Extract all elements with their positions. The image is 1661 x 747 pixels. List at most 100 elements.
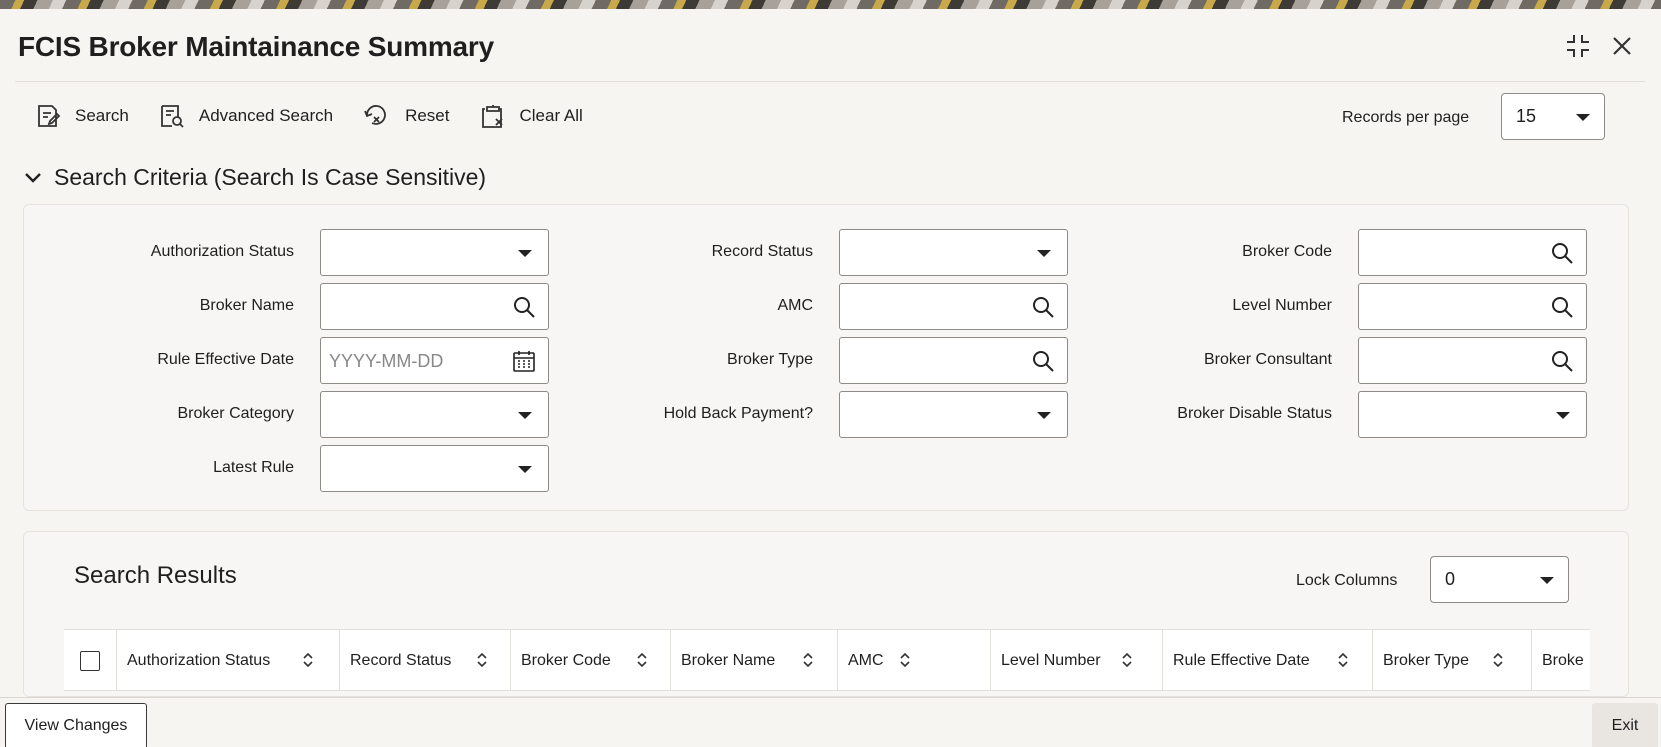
search-icon[interactable]	[1550, 349, 1574, 373]
clear-all-label: Clear All	[519, 106, 583, 125]
latest-rule-select[interactable]	[320, 445, 549, 492]
close-button[interactable]	[1607, 31, 1637, 61]
hold-back-payment-label: Hold Back Payment?	[663, 405, 813, 422]
level-number-label: Level Number	[1232, 297, 1332, 314]
search-results-title: Search Results	[74, 562, 237, 589]
exit-button[interactable]: Exit	[1592, 703, 1658, 747]
close-icon	[1613, 37, 1631, 55]
search-button[interactable]: Search	[35, 103, 129, 129]
records-per-page-value: 15	[1516, 106, 1537, 126]
authorization-status-select[interactable]	[320, 229, 549, 276]
chevron-down-icon	[25, 172, 41, 183]
broker-consultant-input[interactable]	[1358, 337, 1587, 384]
reset-button[interactable]: Reset	[363, 103, 450, 129]
broker-disable-status-label: Broker Disable Status	[1177, 405, 1332, 422]
column-header-record-status[interactable]: Record Status	[340, 630, 511, 690]
amc-input[interactable]	[839, 283, 1068, 330]
search-icon[interactable]	[1031, 349, 1055, 373]
title-divider	[15, 81, 1645, 82]
hold-back-payment-select[interactable]	[839, 391, 1068, 438]
lock-columns-value: 0	[1445, 569, 1456, 589]
chevron-down-icon	[1576, 113, 1590, 121]
broker-category-label: Broker Category	[177, 405, 295, 422]
sort-icon[interactable]	[636, 652, 648, 668]
chevron-down-icon	[518, 466, 532, 473]
broker-name-input[interactable]	[320, 283, 549, 330]
rule-effective-date-label: Rule Effective Date	[157, 351, 294, 368]
clear-all-icon	[481, 105, 503, 128]
chevron-down-icon	[1037, 250, 1051, 257]
search-icon[interactable]	[1550, 241, 1574, 265]
authorization-status-label: Authorization Status	[150, 243, 294, 260]
page-title: FCIS Broker Maintainance Summary	[18, 31, 494, 62]
broker-type-input[interactable]	[839, 337, 1068, 384]
column-header-broker-type[interactable]: Broker Type	[1373, 630, 1532, 690]
select-all-checkbox[interactable]	[80, 651, 100, 671]
search-button-label: Search	[75, 106, 129, 125]
record-status-label: Record Status	[711, 243, 813, 260]
broker-code-label: Broker Code	[1242, 243, 1332, 260]
column-header-label: Rule Effective Date	[1173, 652, 1310, 669]
rule-effective-date-input[interactable]: YYYY-MM-DD	[320, 337, 549, 384]
sort-icon[interactable]	[802, 652, 814, 668]
search-results-panel: Search Results Lock Columns 0 Authorizat…	[23, 531, 1629, 697]
search-icon[interactable]	[512, 295, 536, 319]
sort-icon[interactable]	[1492, 652, 1504, 668]
broker-code-input[interactable]	[1358, 229, 1587, 276]
search-icon[interactable]	[1031, 295, 1055, 319]
search-criteria-toggle[interactable]: Search Criteria (Search Is Case Sensitiv…	[22, 164, 486, 191]
column-header-label: Broke	[1542, 652, 1584, 669]
amc-label: AMC	[777, 297, 813, 314]
chevron-down-icon	[518, 250, 532, 257]
header-banner	[0, 0, 1661, 9]
advanced-search-label: Advanced Search	[198, 106, 334, 125]
column-header-label: Level Number	[1001, 652, 1101, 669]
view-changes-button[interactable]: View Changes	[5, 703, 147, 747]
sort-icon[interactable]	[302, 652, 314, 668]
column-header-label: Authorization Status	[127, 652, 271, 669]
latest-rule-label: Latest Rule	[213, 459, 294, 476]
column-header-label: AMC	[848, 652, 884, 669]
column-header-rule-effective-date[interactable]: Rule Effective Date	[1163, 630, 1373, 690]
chevron-down-icon	[1540, 576, 1554, 584]
column-header-level-number[interactable]: Level Number	[991, 630, 1163, 690]
broker-category-select[interactable]	[320, 391, 549, 438]
records-per-page-select[interactable]: 15	[1501, 93, 1605, 140]
broker-disable-status-select[interactable]	[1358, 391, 1587, 438]
column-header-broker-name[interactable]: Broker Name	[671, 630, 838, 690]
search-icon[interactable]	[1550, 295, 1574, 319]
advanced-search-icon	[160, 105, 184, 128]
column-header-label: Broker Name	[681, 652, 776, 669]
calendar-icon[interactable]	[512, 349, 536, 373]
clear-all-button[interactable]: Clear All	[480, 103, 583, 129]
column-header-label: Broker Type	[1383, 652, 1469, 669]
column-header-broker-truncated[interactable]: Broke	[1532, 630, 1590, 690]
reset-button-label: Reset	[405, 106, 450, 125]
footer-bar: View Changes Exit	[0, 697, 1661, 747]
sort-icon[interactable]	[476, 652, 488, 668]
column-header-broker-code[interactable]: Broker Code	[511, 630, 671, 690]
date-placeholder: YYYY-MM-DD	[329, 351, 444, 371]
column-header-label: Broker Code	[521, 652, 611, 669]
sort-icon[interactable]	[899, 652, 911, 668]
advanced-search-button[interactable]: Advanced Search	[159, 103, 333, 129]
lock-columns-select[interactable]: 0	[1430, 556, 1569, 603]
toolbar: Search Advanced Search Reset Clear All	[35, 96, 613, 136]
column-header-authorization-status[interactable]: Authorization Status	[117, 630, 340, 690]
level-number-input[interactable]	[1358, 283, 1587, 330]
maximize-button[interactable]	[1563, 31, 1593, 61]
broker-consultant-label: Broker Consultant	[1203, 351, 1332, 368]
sort-icon[interactable]	[1337, 652, 1349, 668]
column-header-amc[interactable]: AMC	[838, 630, 991, 690]
search-criteria-heading: Search Criteria (Search Is Case Sensitiv…	[54, 164, 487, 190]
results-table-header: Authorization Status Record Status Broke…	[64, 629, 1590, 691]
chevron-down-icon	[1556, 412, 1570, 419]
chevron-down-icon	[1037, 412, 1051, 419]
record-status-select[interactable]	[839, 229, 1068, 276]
sort-icon[interactable]	[1121, 652, 1133, 668]
summary-window: FCIS Broker Maintainance Summary Search …	[0, 9, 1661, 747]
broker-name-label: Broker Name	[199, 297, 294, 314]
chevron-down-icon	[518, 412, 532, 419]
lock-columns-label: Lock Columns	[1296, 572, 1398, 589]
broker-type-label: Broker Type	[727, 351, 813, 368]
